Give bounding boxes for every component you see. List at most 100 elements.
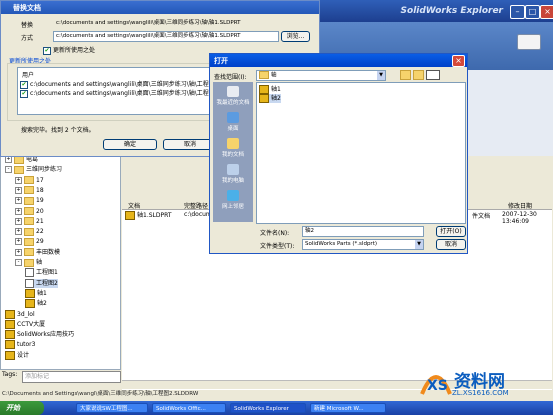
tree-item-label: tutor3 <box>17 341 36 349</box>
chevron-down-icon[interactable]: ▼ <box>415 240 423 249</box>
open-dialog-title: 打开 <box>214 57 228 65</box>
expand-icon[interactable]: + <box>5 156 12 163</box>
chevron-down-icon[interactable]: ▼ <box>377 71 385 80</box>
part-icon <box>25 299 35 309</box>
tree-item-label: 17 <box>36 176 44 184</box>
expand-icon[interactable]: + <box>15 228 22 236</box>
recent-docs-icon <box>227 86 239 97</box>
close-icon[interactable]: × <box>452 55 465 67</box>
folder-icon <box>24 258 34 267</box>
tree-item[interactable]: -轴 <box>15 258 42 267</box>
taskbar-item[interactable]: 大家说说SW工程图... <box>76 403 148 413</box>
tree-item-label: 29 <box>36 238 44 246</box>
place-recent[interactable]: 我最近的文档 <box>213 86 253 106</box>
part-icon <box>5 319 15 329</box>
expand-icon[interactable]: + <box>15 207 22 215</box>
tree-item[interactable]: +18 <box>15 186 44 195</box>
up-folder-icon[interactable] <box>400 70 411 80</box>
tree-item-label: 3d_lol <box>17 310 35 318</box>
expand-icon[interactable]: + <box>15 248 22 256</box>
expand-icon[interactable]: + <box>15 217 22 225</box>
lookin-select[interactable]: 轴 ▼ <box>256 70 386 81</box>
tags-input[interactable]: 添加标记 <box>22 371 121 383</box>
folder-icon <box>24 248 34 257</box>
browse-button[interactable]: 浏览... <box>281 31 310 42</box>
view-menu-icon[interactable] <box>426 70 440 80</box>
list-item[interactable]: 轴1 <box>259 85 281 94</box>
search-status: 搜索完毕。找到 2 个文档。 <box>21 127 95 134</box>
taskbar-item[interactable]: SolidWorks Explorer <box>230 403 306 413</box>
checkbox-icon: ✔ <box>43 46 51 55</box>
taskbar-item[interactable]: 新建 Microsoft W... <box>310 403 386 413</box>
file-list: 轴1 轴2 <box>256 82 466 224</box>
place-my-documents[interactable]: 我的文档 <box>213 138 253 158</box>
method-input[interactable]: c:\documents and settings\wanglili\桌面\三维… <box>53 31 279 42</box>
tree-item[interactable]: 设计 <box>5 350 30 360</box>
open-dialog-titlebar: 打开 × <box>210 54 467 67</box>
filetype-select[interactable]: SolidWorks Parts (*.sldprt) ▼ <box>302 239 424 250</box>
list-header: 用户 <box>22 72 35 79</box>
tree-item-label: 18 <box>36 186 44 194</box>
minimize-icon[interactable]: – <box>510 5 525 19</box>
part-icon <box>259 85 269 94</box>
expand-icon[interactable]: + <box>15 176 22 184</box>
tree-item[interactable]: +21 <box>15 217 44 226</box>
tree-item[interactable]: tutor3 <box>5 340 36 350</box>
tree-item[interactable]: SolidWorks应用技巧 <box>5 330 74 340</box>
part-icon <box>5 309 15 319</box>
folder-icon <box>24 176 34 185</box>
expand-icon[interactable]: + <box>15 186 22 194</box>
tree-item-label: SolidWorks应用技巧 <box>17 331 74 339</box>
collapse-icon[interactable]: - <box>5 166 12 174</box>
list-item[interactable]: 轴2 <box>259 94 281 103</box>
maximize-icon[interactable]: □ <box>525 5 540 19</box>
tree-item[interactable]: CCTV大厦 <box>5 319 45 329</box>
open-button[interactable]: 打开(O) <box>436 226 466 237</box>
tree-item[interactable]: +17 <box>15 176 44 185</box>
tree-item[interactable]: + 丰田数模 <box>15 248 60 257</box>
collapse-icon[interactable]: - <box>15 259 22 266</box>
place-network[interactable]: 网上邻居 <box>213 190 253 210</box>
replace-value: c:\documents and settings\wanglili\桌面\三维… <box>56 20 241 26</box>
taskbar-item[interactable]: SolidWorks Offic... <box>152 403 226 413</box>
place-my-computer[interactable]: 我的电脑 <box>213 164 253 184</box>
checkbox-icon[interactable]: ✔ <box>20 89 28 98</box>
my-computer-icon <box>227 164 239 175</box>
explorer-title: SolidWorks Explorer <box>400 6 503 16</box>
folder-icon <box>24 227 34 236</box>
tree-item[interactable]: +20 <box>15 207 44 216</box>
start-button[interactable]: 开始 <box>0 401 44 415</box>
view-toggle-button[interactable] <box>517 34 541 50</box>
header-doc[interactable]: 文档 <box>128 201 140 210</box>
tree-item[interactable]: +22 <box>15 227 44 236</box>
tree-item[interactable]: +29 <box>15 237 44 246</box>
part-icon <box>259 94 269 103</box>
tree-item-label: 轴 <box>36 259 43 266</box>
replace-dialog-title: 替换文档 <box>13 4 41 12</box>
file-tree: + 电葛 - 三维同步练习 +17 +18 +19 +20 +21 +22 +29 + 丰田数模 - 轴工程… <box>0 150 121 370</box>
new-folder-icon[interactable] <box>413 70 424 80</box>
tree-item[interactable]: +19 <box>15 196 44 205</box>
filename-input[interactable]: 轴2 <box>302 226 424 237</box>
expand-icon[interactable]: + <box>15 197 22 205</box>
list-item[interactable]: ✔ c:\documents and settings\wanglili\桌面\三… <box>20 88 209 98</box>
tree-item[interactable]: 3d_lol <box>5 309 35 319</box>
place-desktop[interactable]: 桌面 <box>213 112 253 132</box>
header-path[interactable]: 完整路径 <box>184 201 208 210</box>
cancel-button[interactable]: 取消 <box>436 239 466 250</box>
expand-icon[interactable]: + <box>15 238 22 246</box>
tree-item-label: 设计 <box>17 351 30 359</box>
tree-item-label: 三维同步练习 <box>26 166 63 174</box>
drawing-icon <box>25 268 34 278</box>
tree-item[interactable]: 工程图1 <box>25 268 58 278</box>
tree-item[interactable]: 轴2 <box>25 299 47 309</box>
header-date[interactable]: 修改日期 <box>508 201 532 210</box>
update-checkbox[interactable]: ✔ 更新所使用之处 <box>43 45 95 55</box>
tree-item[interactable]: 轴1 <box>25 288 47 298</box>
close-icon[interactable]: × <box>540 5 553 19</box>
ok-button[interactable]: 确定 <box>103 139 157 150</box>
tree-item[interactable]: - 三维同步练习 <box>5 165 62 174</box>
watermark-url: ZL.XS1616.COM <box>452 389 509 397</box>
replace-dialog-titlebar: 替换文档 <box>1 1 319 14</box>
tree-item[interactable]: 工程图2 <box>25 278 58 288</box>
